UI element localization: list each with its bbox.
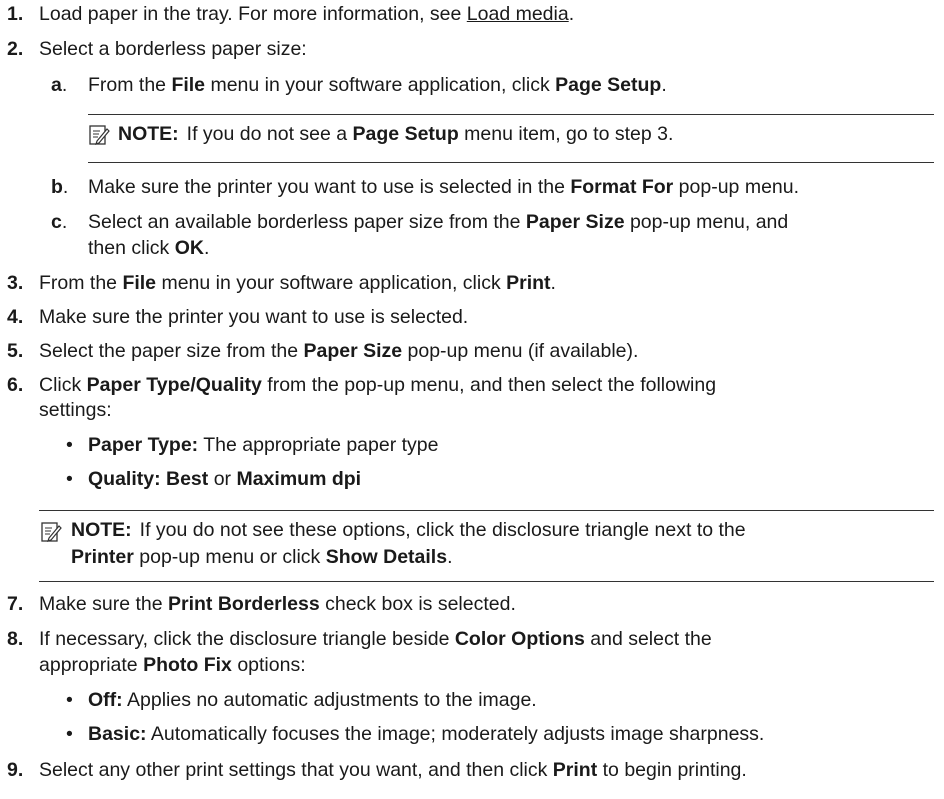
note-bottom-rule <box>39 581 934 582</box>
substep-letter: a <box>51 74 62 96</box>
bullet-mark: • <box>66 723 73 745</box>
note-bottom-rule <box>88 162 934 163</box>
step-number: 4. <box>7 306 24 328</box>
step-number: 5. <box>7 340 24 362</box>
step-text: Load paper in the tray. For more informa… <box>39 3 467 25</box>
note-pencil-icon <box>88 124 110 146</box>
bullet-mark: • <box>66 434 73 456</box>
document-page: 1. Load paper in the tray. For more info… <box>0 0 944 799</box>
step-number: 9. <box>7 759 24 781</box>
step-text: Select a borderless paper size: <box>39 38 307 60</box>
step-number: 6. <box>7 374 24 396</box>
step-text: Make sure the printer you want to use is… <box>39 306 469 328</box>
note-label: NOTE: <box>71 519 132 541</box>
load-media-link[interactable]: Load media <box>467 3 569 25</box>
step-number: 8. <box>7 628 24 650</box>
note-top-rule <box>88 114 934 115</box>
step-number: 3. <box>7 272 24 294</box>
step-number: 1. <box>7 3 24 25</box>
substep-letter: b <box>51 176 63 198</box>
bullet-mark: • <box>66 468 73 490</box>
step-number: 2. <box>7 38 24 60</box>
substep-letter: c <box>51 211 62 233</box>
note-label: NOTE: <box>118 123 179 145</box>
step-number: 7. <box>7 593 24 615</box>
bullet-mark: • <box>66 689 73 711</box>
note-pencil-icon <box>40 521 62 543</box>
note-top-rule <box>39 510 934 511</box>
